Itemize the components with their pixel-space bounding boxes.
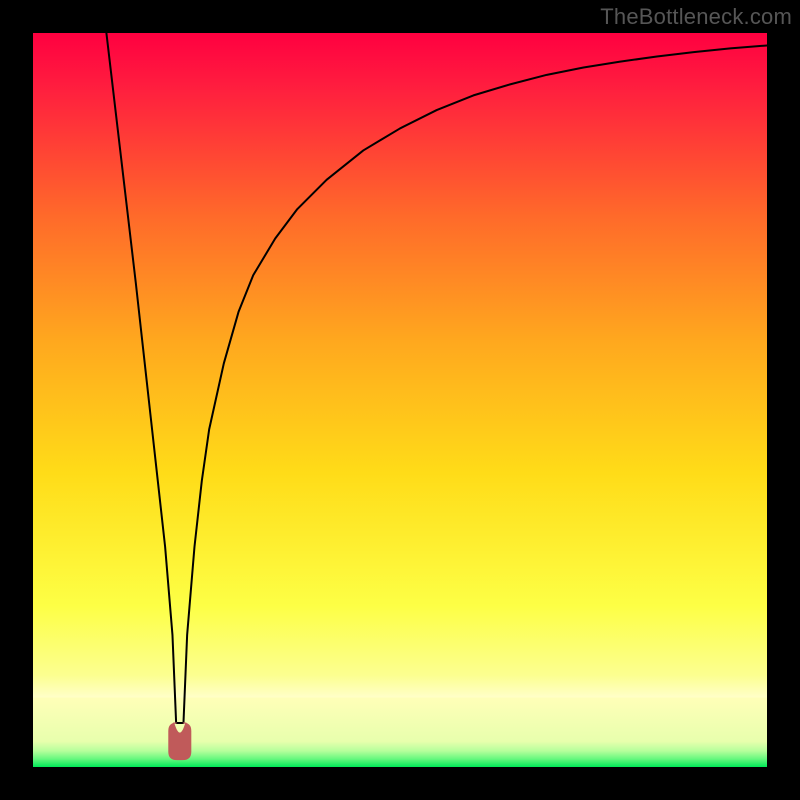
chart-container: TheBottleneck.com bbox=[0, 0, 800, 800]
chart-svg bbox=[33, 33, 767, 767]
watermark-label: TheBottleneck.com bbox=[600, 4, 792, 30]
plot-area bbox=[33, 33, 767, 767]
gradient-background bbox=[33, 33, 767, 767]
